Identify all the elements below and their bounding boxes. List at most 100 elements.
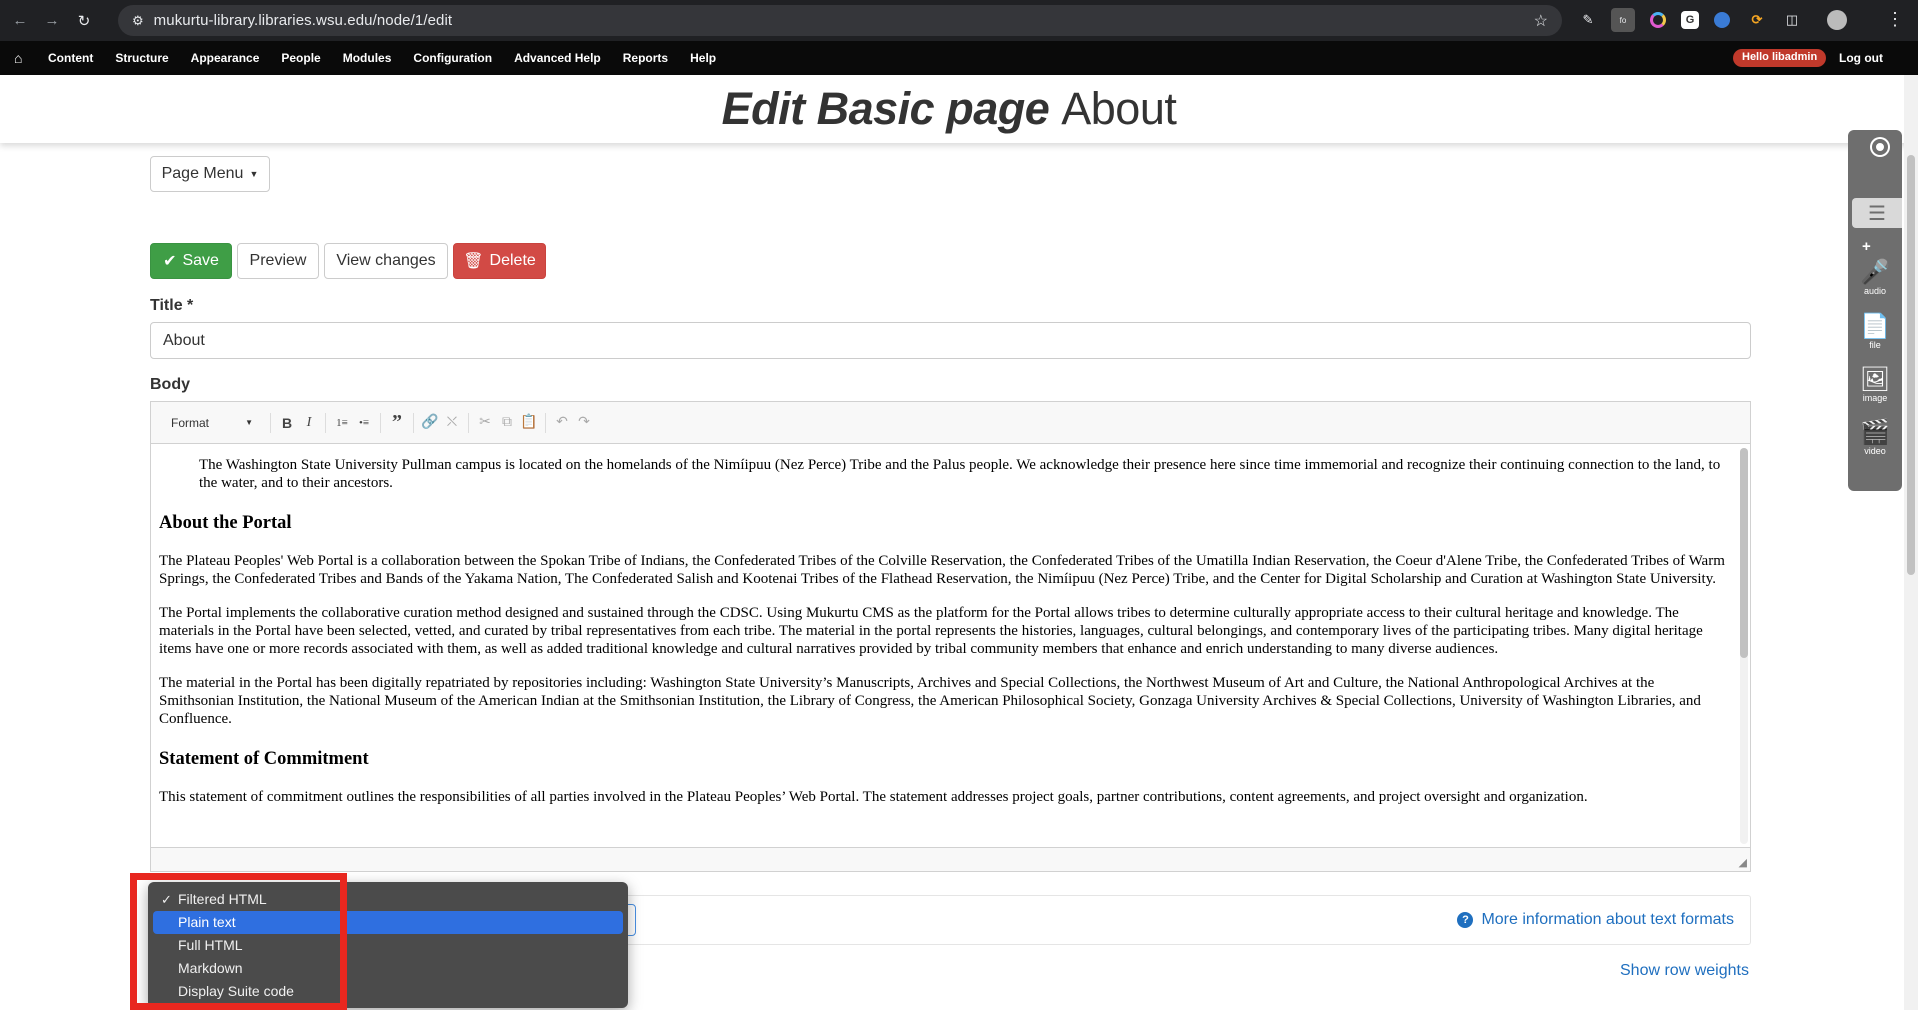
caret-down-icon: ▼	[249, 169, 259, 179]
about-paragraph-3: The material in the Portal has been digi…	[159, 675, 1701, 727]
file-icon: 📄	[1860, 313, 1890, 340]
toolbar-separator	[545, 412, 546, 433]
view-changes-button[interactable]: View changes	[324, 243, 448, 279]
editor-content[interactable]: The Washington State University Pullman …	[151, 444, 1736, 849]
user-greeting-badge[interactable]: Hello libadmin	[1733, 49, 1827, 67]
toolbar-separator	[270, 412, 271, 433]
file-tool-label: file	[1869, 340, 1881, 350]
logout-link[interactable]: Log out	[1839, 51, 1883, 65]
checkmark-icon: ✔	[163, 253, 177, 270]
editor-scrollbar[interactable]	[1740, 448, 1748, 844]
audio-tool-label: audio	[1863, 286, 1887, 296]
clapperboard-icon: 🎬	[1860, 419, 1890, 446]
bookmark-star-icon[interactable]: ☆	[1534, 11, 1548, 31]
about-paragraph-1: The Plateau Peoples' Web Portal is a col…	[159, 553, 1725, 587]
italic-icon[interactable]: I	[298, 412, 320, 434]
media-sidebar: ☰ + 🎤 audio 📄 file 🖼 image 🎬 video	[1848, 130, 1902, 491]
video-tool[interactable]: 🎬 video	[1848, 420, 1902, 457]
site-settings-icon[interactable]: ⚙	[132, 13, 144, 29]
file-tool[interactable]: 📄 file	[1848, 314, 1902, 351]
trash-icon: 🗑	[463, 253, 484, 270]
bold-icon[interactable]: B	[276, 412, 298, 434]
show-row-weights-link[interactable]: Show row weights	[1620, 962, 1749, 980]
paste-icon[interactable]: 📋	[518, 412, 540, 434]
image-tool-label: image	[1862, 393, 1888, 403]
admin-menu-content[interactable]: Content	[48, 51, 93, 65]
about-paragraph-2: The Portal implements the collaborative …	[159, 605, 1703, 657]
toggle-knob-icon	[1872, 139, 1888, 155]
preview-label: Preview	[249, 252, 307, 269]
address-bar[interactable]: ⚙ mukurtu-library.libraries.wsu.edu/node…	[118, 5, 1562, 36]
numbered-list-icon[interactable]: 1≡	[331, 412, 353, 434]
page-title: Edit Basic page About	[0, 75, 1918, 143]
save-label: Save	[182, 252, 219, 269]
video-tool-label: video	[1864, 446, 1886, 456]
url-text[interactable]: mukurtu-library.libraries.wsu.edu/node/1…	[154, 12, 453, 29]
toolbar-separator	[413, 412, 414, 433]
microphone-icon: 🎤	[1860, 259, 1890, 286]
page-scrollbar[interactable]	[1904, 75, 1918, 1010]
blockquote-icon[interactable]: ”	[386, 411, 408, 434]
resize-handle-icon[interactable]: ◢	[1739, 856, 1747, 869]
reload-icon[interactable]: ↻	[71, 8, 97, 34]
puzzle-extensions-icon[interactable]: ◫	[1780, 8, 1804, 32]
title-input[interactable]	[150, 322, 1751, 359]
annotation-highlight-box	[130, 873, 347, 1010]
audio-tool[interactable]: 🎤 audio	[1848, 260, 1902, 297]
help-icon: ?	[1457, 912, 1474, 928]
profile-avatar-icon[interactable]	[1825, 8, 1849, 32]
more-info-label: More information about text formats	[1481, 911, 1734, 928]
commitment-heading: Statement of Commitment	[159, 749, 369, 769]
browser-toolbar: ← → ↻ ⚙ mukurtu-library.libraries.wsu.ed…	[0, 0, 1918, 41]
admin-menu-help[interactable]: Help	[690, 51, 716, 65]
extensions-row: ✎ fo G ⟳ ◫	[1576, 8, 1849, 32]
add-icon[interactable]: +	[1862, 238, 1871, 255]
image-tool[interactable]: 🖼 image	[1848, 367, 1902, 404]
admin-menu-reports[interactable]: Reports	[623, 51, 668, 65]
page-title-node: About	[1061, 83, 1177, 134]
pen-extension-icon[interactable]: ✎	[1576, 8, 1600, 32]
panel-toggle[interactable]	[1865, 134, 1891, 160]
browser-menu-icon[interactable]: ⋮	[1886, 9, 1904, 30]
body-label: Body	[150, 376, 190, 393]
format-dropdown-label: Format	[171, 415, 210, 430]
grammar-extension-icon[interactable]: G	[1681, 11, 1699, 29]
editor-footer: ◢	[151, 847, 1750, 871]
font-extension-icon[interactable]: fo	[1611, 8, 1635, 32]
commitment-paragraph: This statement of commitment outlines th…	[159, 789, 1588, 805]
admin-menu-appearance[interactable]: Appearance	[191, 51, 260, 65]
page-scrollbar-thumb[interactable]	[1907, 155, 1915, 575]
editor-scrollbar-thumb[interactable]	[1740, 448, 1748, 658]
delete-button[interactable]: 🗑 Delete	[453, 243, 546, 279]
cut-icon[interactable]: ✂	[474, 412, 496, 434]
admin-menu-people[interactable]: People	[281, 51, 320, 65]
home-icon[interactable]: ⌂	[14, 50, 36, 66]
list-view-icon[interactable]: ☰	[1852, 198, 1902, 228]
more-info-link[interactable]: ? More information about text formats	[1457, 911, 1734, 929]
delete-label: Delete	[489, 252, 536, 269]
copy-icon[interactable]: ⧉	[496, 412, 518, 434]
unlink-icon[interactable]: ⛌	[441, 412, 463, 434]
bulleted-list-icon[interactable]: •≡	[353, 412, 375, 434]
image-icon: 🖼	[1859, 366, 1891, 393]
admin-menu-structure[interactable]: Structure	[115, 51, 168, 65]
preview-button[interactable]: Preview	[237, 243, 319, 279]
page-menu-button[interactable]: Page Menu ▼	[150, 156, 270, 192]
format-dropdown[interactable]: Format ▼	[163, 410, 259, 436]
forward-icon[interactable]: →	[39, 8, 65, 34]
format-caret-icon: ▼	[245, 418, 253, 427]
acknowledgement-quote: The Washington State University Pullman …	[199, 457, 1721, 491]
back-icon[interactable]: ←	[7, 8, 33, 34]
undo-icon[interactable]: ↶	[551, 412, 573, 434]
admin-menu-modules[interactable]: Modules	[343, 51, 392, 65]
password-extension-icon[interactable]	[1710, 8, 1734, 32]
color-extension-icon[interactable]	[1646, 8, 1670, 32]
admin-menu-advanced-help[interactable]: Advanced Help	[514, 51, 601, 65]
save-button[interactable]: ✔ Save	[150, 243, 232, 279]
toolbar-separator	[380, 412, 381, 433]
page-header: Edit Basic page About	[0, 75, 1918, 143]
admin-menu-configuration[interactable]: Configuration	[413, 51, 492, 65]
redo-icon[interactable]: ↷	[573, 412, 595, 434]
link-icon[interactable]: 🔗	[419, 412, 441, 434]
orange-extension-icon[interactable]: ⟳	[1745, 8, 1769, 32]
